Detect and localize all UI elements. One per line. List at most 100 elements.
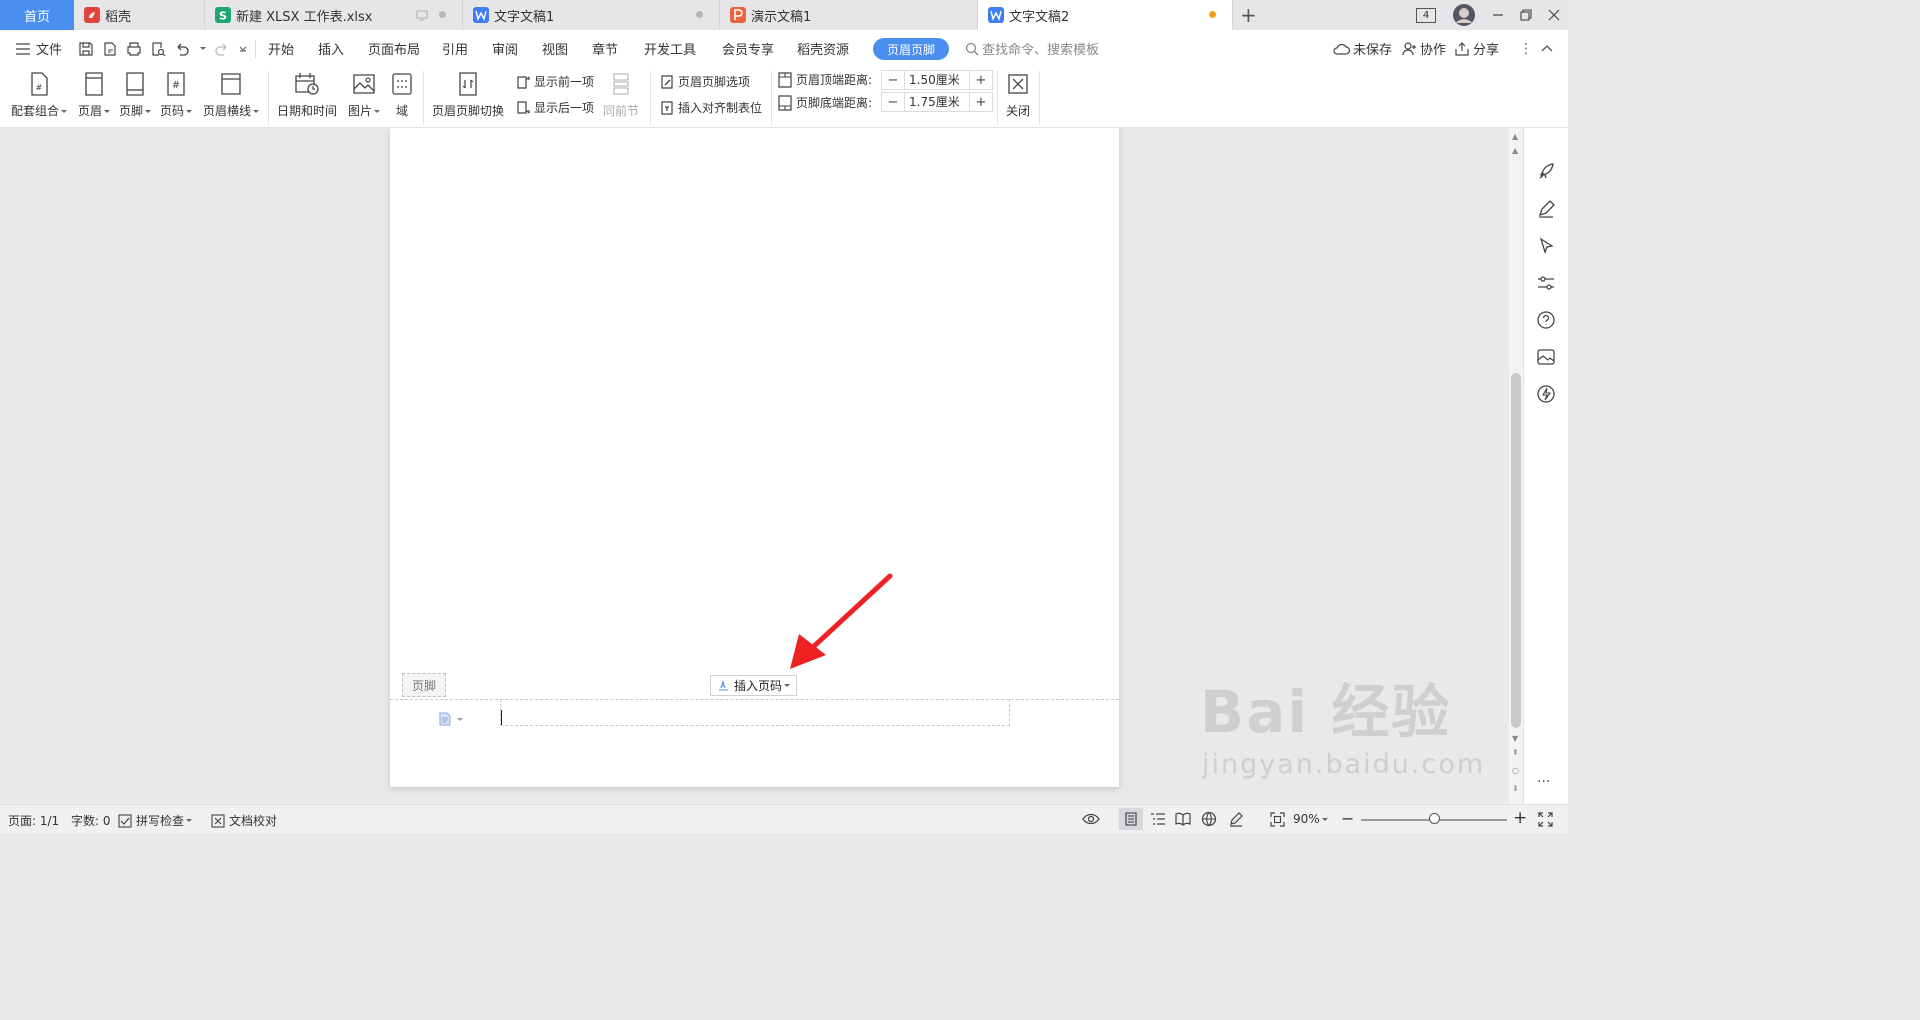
tab-docer-resources[interactable]: 稻壳资源	[797, 39, 849, 58]
lightning-icon[interactable]	[1536, 384, 1556, 404]
reading-view-icon[interactable]	[1175, 812, 1191, 826]
minimize-icon[interactable]	[1492, 9, 1504, 21]
sliders-icon[interactable]	[1536, 273, 1556, 293]
footer-bottom-input[interactable]: 1.75厘米	[904, 93, 970, 111]
rocket-icon[interactable]	[1536, 162, 1556, 182]
tab-home[interactable]: 首页	[0, 0, 74, 30]
show-next-button[interactable]: 显示后一项	[515, 99, 594, 116]
undo-dropdown-icon[interactable]	[200, 47, 206, 50]
share-button[interactable]: 分享	[1455, 30, 1499, 67]
outline-view-icon[interactable]	[1150, 812, 1166, 826]
file-menu[interactable]: 文件	[16, 30, 62, 67]
restore-icon[interactable]	[1520, 9, 1532, 21]
header-top-stepper[interactable]: − 1.50厘米 +	[881, 70, 993, 90]
footer-bottom-stepper[interactable]: − 1.75厘米 +	[881, 92, 993, 112]
tab-writer-1[interactable]: 文字文稿1	[463, 0, 720, 30]
cursor-icon[interactable]	[1536, 236, 1556, 256]
zoom-out-button[interactable]: −	[1341, 809, 1354, 828]
unsaved-button[interactable]: 未保存	[1333, 30, 1392, 67]
tab-status-dot[interactable]	[439, 11, 446, 18]
increment-button[interactable]: +	[970, 93, 992, 111]
header-footer-options-button[interactable]: 页眉页脚选项	[659, 73, 750, 90]
scroll-prev-page-icon[interactable]: ⇞	[1512, 748, 1519, 757]
decrement-button[interactable]: −	[882, 93, 904, 111]
save-icon[interactable]	[78, 41, 94, 57]
pen-icon[interactable]	[1536, 199, 1556, 219]
close-window-icon[interactable]	[1548, 9, 1560, 21]
tab-review[interactable]: 审阅	[492, 39, 518, 58]
zoom-in-button[interactable]: +	[1513, 808, 1527, 828]
monitor-icon[interactable]	[416, 9, 428, 21]
svg-text:#: #	[36, 83, 43, 92]
header-top-input[interactable]: 1.50厘米	[904, 71, 970, 89]
zoom-slider[interactable]	[1361, 813, 1507, 824]
insert-align-tab-button[interactable]: 插入对齐制表位	[659, 99, 762, 116]
customize-toolbar-icon[interactable]	[238, 44, 248, 54]
vertical-scrollbar[interactable]: ▲ ▲ ▼ ⇞ ○ ⇟	[1509, 128, 1523, 804]
footer-button[interactable]: 页脚	[119, 72, 152, 119]
switch-label: 页眉页脚切换	[432, 104, 505, 118]
tab-view[interactable]: 视图	[542, 39, 568, 58]
header-line-button[interactable]: 页眉横线	[203, 72, 260, 119]
more-options-icon[interactable]: ···	[1537, 774, 1550, 790]
tab-header-footer[interactable]: 页眉页脚	[873, 38, 949, 60]
page-view-button[interactable]	[1119, 808, 1143, 830]
command-search[interactable]: 查找命令、搜索模板	[965, 30, 1099, 67]
fullscreen-icon[interactable]	[1538, 812, 1553, 827]
tab-page-layout[interactable]: 页面布局	[368, 39, 420, 58]
collapse-ribbon-icon[interactable]	[1541, 43, 1553, 53]
scrollbar-thumb[interactable]	[1511, 373, 1521, 728]
tab-status-dot[interactable]	[696, 11, 703, 18]
window-count-button[interactable]: 4	[1416, 7, 1436, 23]
switch-header-footer-button[interactable]: 页眉页脚切换	[432, 72, 504, 119]
tab-section[interactable]: 章节	[592, 39, 618, 58]
print-icon[interactable]	[126, 41, 142, 57]
date-time-button[interactable]: 日期和时间	[277, 72, 337, 119]
help-icon[interactable]	[1536, 310, 1556, 330]
web-view-icon[interactable]	[1201, 811, 1217, 827]
unsaved-dot[interactable]	[1209, 11, 1216, 18]
tab-developer[interactable]: 开发工具	[644, 39, 696, 58]
avatar[interactable]	[1452, 3, 1476, 27]
tab-start[interactable]: 开始	[268, 39, 294, 58]
increment-button[interactable]: +	[970, 71, 992, 89]
decrement-button[interactable]: −	[882, 71, 904, 89]
page-indicator[interactable]: 页面: 1/1	[8, 812, 59, 829]
word-count[interactable]: 字数: 0	[71, 812, 111, 829]
export-pdf-icon[interactable]	[102, 41, 118, 57]
scroll-next-page-icon[interactable]: ⇟	[1512, 784, 1519, 793]
tab-docer[interactable]: 稻壳	[74, 0, 205, 30]
close-header-footer-button[interactable]: 关闭	[1006, 72, 1030, 119]
scroll-up-icon[interactable]: ▲	[1512, 132, 1518, 141]
field-button[interactable]: 域	[391, 72, 413, 119]
more-icon[interactable]: ⋮	[1519, 30, 1533, 67]
zoom-dropdown[interactable]: 90%	[1293, 812, 1328, 826]
header-button[interactable]: 页眉	[78, 72, 111, 119]
write-mode-icon[interactable]	[1228, 811, 1244, 827]
gallery-icon[interactable]	[1536, 347, 1556, 367]
tab-presentation[interactable]: 演示文稿1	[720, 0, 978, 30]
zoom-slider-handle[interactable]	[1429, 813, 1440, 824]
undo-icon[interactable]	[174, 41, 190, 57]
new-tab-button[interactable]: +	[1240, 3, 1257, 27]
combo-button[interactable]: # 配套组合	[11, 72, 68, 119]
redo-icon[interactable]	[214, 41, 230, 57]
scroll-page-down-icon[interactable]: ▼	[1512, 734, 1518, 743]
eye-icon[interactable]	[1082, 812, 1100, 826]
show-previous-button[interactable]: 显示前一项	[515, 73, 594, 90]
scroll-page-up-icon[interactable]: ▲	[1512, 146, 1518, 155]
select-browse-icon[interactable]: ○	[1512, 766, 1519, 775]
fit-page-icon[interactable]	[1270, 812, 1285, 827]
tab-references[interactable]: 引用	[442, 39, 468, 58]
spell-check-button[interactable]: 拼写检查	[118, 812, 193, 829]
collaborate-button[interactable]: 协作	[1402, 30, 1446, 67]
same-as-previous-button[interactable]: 同前节	[603, 72, 639, 119]
tab-xlsx[interactable]: S 新建 XLSX 工作表.xlsx	[205, 0, 463, 30]
tab-writer-2[interactable]: 文字文稿2	[978, 0, 1233, 30]
doc-proof-button[interactable]: 文档校对	[211, 812, 277, 829]
print-preview-icon[interactable]	[150, 41, 166, 57]
picture-button[interactable]: 图片	[348, 72, 381, 119]
tab-insert[interactable]: 插入	[318, 39, 344, 58]
page-number-button[interactable]: # 页码	[160, 72, 193, 119]
tab-membership[interactable]: 会员专享	[722, 39, 774, 58]
